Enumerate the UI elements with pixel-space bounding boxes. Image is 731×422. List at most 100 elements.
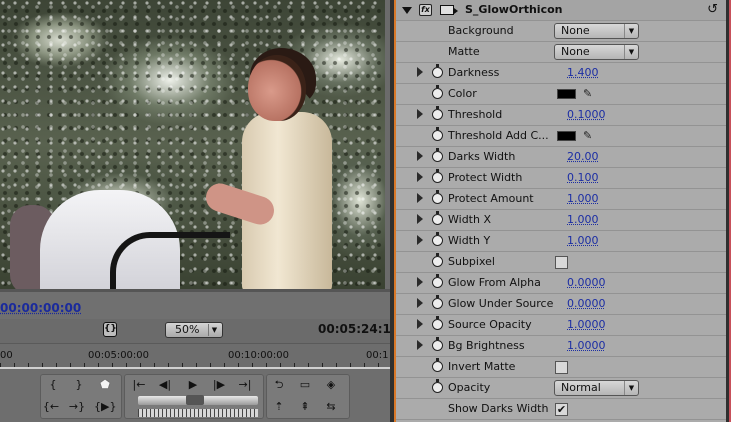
effect-header[interactable]: fx S_GlowOrthicon ↺ — [396, 0, 726, 21]
jog-handle[interactable] — [186, 395, 204, 405]
color-swatch[interactable] — [557, 89, 576, 99]
twirl-closed-icon[interactable] — [417, 172, 423, 182]
twirl-closed-icon[interactable] — [417, 235, 423, 245]
stopwatch-icon[interactable] — [432, 232, 443, 246]
property-label: Matte — [448, 45, 480, 58]
stopwatch-icon[interactable] — [432, 85, 443, 99]
output-icon[interactable]: ◈ — [322, 377, 340, 393]
twirl-closed-icon[interactable] — [417, 277, 423, 287]
fx-toggle-icon[interactable]: fx — [419, 4, 432, 16]
property-row-invert-matte: Invert Matte — [396, 357, 726, 378]
loop-icon[interactable]: ⮌ — [270, 377, 288, 393]
divider — [0, 289, 390, 292]
twirl-open-icon[interactable] — [402, 7, 412, 14]
property-label: Show Darks Width — [448, 402, 549, 415]
property-value[interactable]: 20.00 — [567, 150, 599, 163]
eyedropper-icon[interactable]: ✎ — [583, 129, 592, 142]
property-dropdown[interactable]: None ▼ — [554, 23, 639, 39]
stopwatch-icon[interactable] — [432, 316, 443, 330]
frame-back-icon[interactable]: ◀| — [156, 377, 174, 393]
stopwatch-icon[interactable] — [432, 148, 443, 162]
dropdown-value: None — [561, 24, 590, 37]
mark-button[interactable]: {} — [103, 322, 117, 337]
property-label: Darks Width — [448, 150, 516, 163]
property-checkbox[interactable] — [555, 361, 568, 374]
stopwatch-icon[interactable] — [432, 295, 443, 309]
property-value[interactable]: 1.0000 — [567, 318, 606, 331]
frame-forward-icon[interactable]: |▶ — [210, 377, 228, 393]
property-checkbox[interactable] — [555, 256, 568, 269]
ruler-label: 00 — [0, 350, 13, 361]
property-label: Opacity — [448, 381, 491, 394]
trim-icon[interactable]: ⇆ — [322, 399, 340, 415]
zoom-select[interactable]: 50% ▼ — [165, 322, 223, 338]
twirl-closed-icon[interactable] — [417, 319, 423, 329]
twirl-closed-icon[interactable] — [417, 151, 423, 161]
stopwatch-icon[interactable] — [432, 337, 443, 351]
twirl-closed-icon[interactable] — [417, 109, 423, 119]
property-label: Background — [448, 24, 514, 37]
lift-icon[interactable]: ⇡ — [270, 399, 288, 415]
video-preview[interactable] — [0, 0, 385, 289]
property-value[interactable]: 0.0000 — [567, 276, 606, 289]
edit-group: ⮌ ▭ ◈ ⇡ ⇞ ⇆ — [266, 374, 350, 419]
property-value[interactable]: 1.000 — [567, 213, 599, 226]
set-out-point-icon[interactable]: } — [70, 377, 88, 393]
property-dropdown[interactable]: None ▼ — [554, 44, 639, 60]
property-row-protect-amount: Protect Amount 1.000 — [396, 189, 726, 210]
property-checkbox[interactable]: ✔ — [555, 403, 568, 416]
shuttle-control[interactable] — [138, 409, 258, 417]
play-icon[interactable]: ▶ — [184, 377, 202, 393]
stopwatch-icon[interactable] — [432, 211, 443, 225]
property-value[interactable]: 1.000 — [567, 192, 599, 205]
twirl-closed-icon[interactable] — [417, 67, 423, 77]
property-row-show-darks-width: Show Darks Width ✔ — [396, 399, 726, 420]
twirl-closed-icon[interactable] — [417, 340, 423, 350]
jog-slider[interactable] — [138, 395, 258, 405]
stopwatch-icon[interactable] — [432, 190, 443, 204]
chevron-down-icon: ▼ — [624, 45, 638, 59]
stopwatch-icon[interactable] — [432, 253, 443, 267]
property-row-darkness: Darkness 1.400 — [396, 63, 726, 84]
property-value[interactable]: 0.1000 — [567, 108, 606, 121]
stopwatch-icon[interactable] — [432, 274, 443, 288]
go-to-out-icon[interactable]: →} — [68, 399, 86, 415]
property-value[interactable]: 1.0000 — [567, 339, 606, 352]
play-in-to-out-icon[interactable]: {▶} — [94, 399, 116, 415]
property-value[interactable]: 1.400 — [567, 66, 599, 79]
step-forward-icon[interactable]: →| — [236, 377, 254, 393]
color-swatch[interactable] — [557, 131, 576, 141]
chevron-down-icon: ▼ — [624, 24, 638, 38]
extract-icon[interactable]: ⇞ — [296, 399, 314, 415]
twirl-closed-icon[interactable] — [417, 214, 423, 224]
set-marker-icon[interactable]: ⬟ — [96, 377, 114, 393]
property-row-protect-width: Protect Width 0.100 — [396, 168, 726, 189]
stopwatch-icon[interactable] — [432, 169, 443, 183]
go-to-in-icon[interactable]: {← — [42, 399, 60, 415]
stopwatch-icon[interactable] — [432, 358, 443, 372]
safe-margins-icon[interactable]: ▭ — [296, 377, 314, 393]
reset-icon[interactable]: ↺ — [707, 2, 718, 17]
property-value[interactable]: 0.0000 — [567, 297, 606, 310]
property-value[interactable]: 0.100 — [567, 171, 599, 184]
step-back-icon[interactable]: |← — [130, 377, 148, 393]
current-timecode[interactable]: 00:00:00:00 — [0, 301, 81, 315]
stopwatch-icon[interactable] — [432, 127, 443, 141]
ruler-label: 00:10:00:00 — [228, 350, 290, 361]
panel-edge — [726, 0, 731, 422]
property-row-threshold: Threshold 0.1000 — [396, 105, 726, 126]
property-dropdown[interactable]: Normal ▼ — [554, 380, 639, 396]
eyedropper-icon[interactable]: ✎ — [583, 87, 592, 100]
property-row-glow-under-source: Glow Under Source 0.0000 — [396, 294, 726, 315]
time-ruler[interactable]: 00 00:05:00:00 00:10:00:00 00:1 — [0, 343, 390, 369]
stopwatch-icon[interactable] — [432, 379, 443, 393]
set-in-point-icon[interactable]: { — [44, 377, 62, 393]
stopwatch-icon[interactable] — [432, 64, 443, 78]
property-value[interactable]: 1.000 — [567, 234, 599, 247]
stopwatch-icon[interactable] — [432, 106, 443, 120]
woman-face — [248, 55, 306, 121]
property-label: Darkness — [448, 66, 500, 79]
chevron-down-icon: ▼ — [624, 381, 638, 395]
twirl-closed-icon[interactable] — [417, 193, 423, 203]
twirl-closed-icon[interactable] — [417, 298, 423, 308]
